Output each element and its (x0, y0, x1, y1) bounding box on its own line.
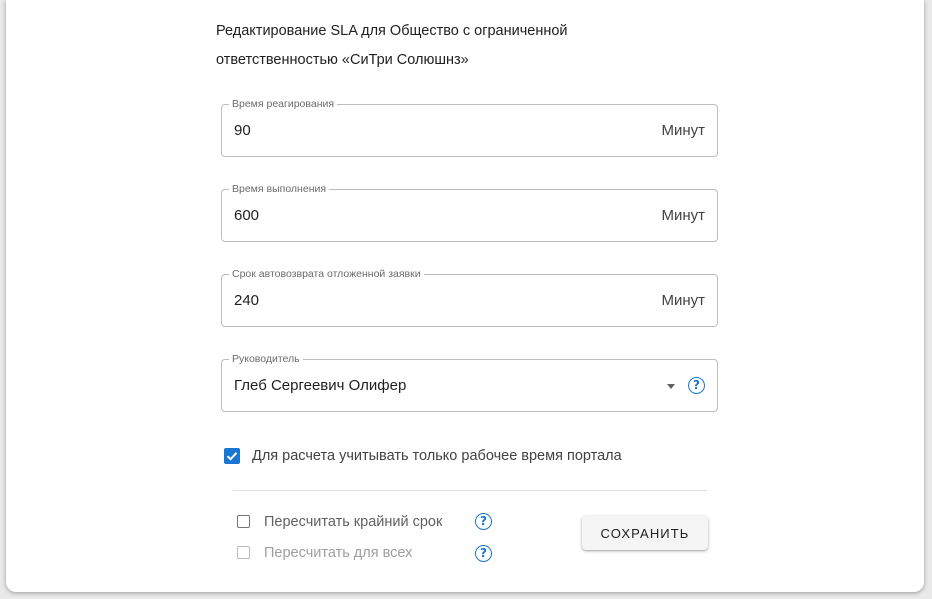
recalc-deadline-help-icon[interactable]: ? (475, 513, 492, 530)
resolution-time-field[interactable]: Время выполнения 600 Минут (221, 182, 718, 242)
divider (233, 490, 707, 491)
auto-return-input[interactable]: 240 (234, 292, 259, 310)
auto-return-label: Срок автовозврата отложенной заявки (229, 267, 424, 281)
auto-return-field[interactable]: Срок автовозврата отложенной заявки 240 … (221, 267, 718, 327)
arrow-drop-down-icon[interactable] (667, 384, 675, 389)
resolution-time-input[interactable]: 600 (234, 207, 259, 225)
manager-value[interactable]: Глеб Сергеевич Олифер (234, 377, 406, 395)
save-button[interactable]: СОХРАНИТЬ (582, 516, 708, 550)
work-time-only-label: Для расчета учитывать только рабочее вре… (252, 448, 622, 464)
auto-return-unit: Минут (661, 292, 705, 309)
resolution-time-label: Время выполнения (229, 182, 330, 196)
page-title: Редактирование SLA для Общество с ограни… (216, 17, 686, 75)
recalc-all-checkbox (237, 546, 250, 559)
recalc-deadline-checkbox[interactable] (237, 515, 250, 528)
title-line-2: ответственностью «СиТри Солюшнз» (216, 52, 469, 68)
manager-label: Руководитель (229, 352, 303, 366)
manager-help-icon[interactable]: ? (688, 377, 705, 394)
title-line-1: Редактирование SLA для Общество с ограни… (216, 23, 568, 39)
work-time-only-checkbox[interactable] (224, 448, 240, 464)
response-time-field[interactable]: Время реагирования 90 Минут (221, 97, 718, 157)
response-time-unit: Минут (661, 122, 705, 139)
recalc-deadline-label: Пересчитать крайний срок (264, 514, 443, 530)
check-icon (226, 452, 238, 461)
response-time-input[interactable]: 90 (234, 122, 251, 140)
response-time-label: Время реагирования (229, 97, 338, 111)
resolution-time-unit: Минут (661, 207, 705, 224)
manager-select[interactable]: Руководитель Глеб Сергеевич Олифер ? (221, 352, 718, 412)
recalc-all-help-icon[interactable]: ? (475, 545, 492, 562)
recalc-all-label: Пересчитать для всех (264, 545, 413, 561)
sla-edit-card: Редактирование SLA для Общество с ограни… (6, 0, 924, 592)
